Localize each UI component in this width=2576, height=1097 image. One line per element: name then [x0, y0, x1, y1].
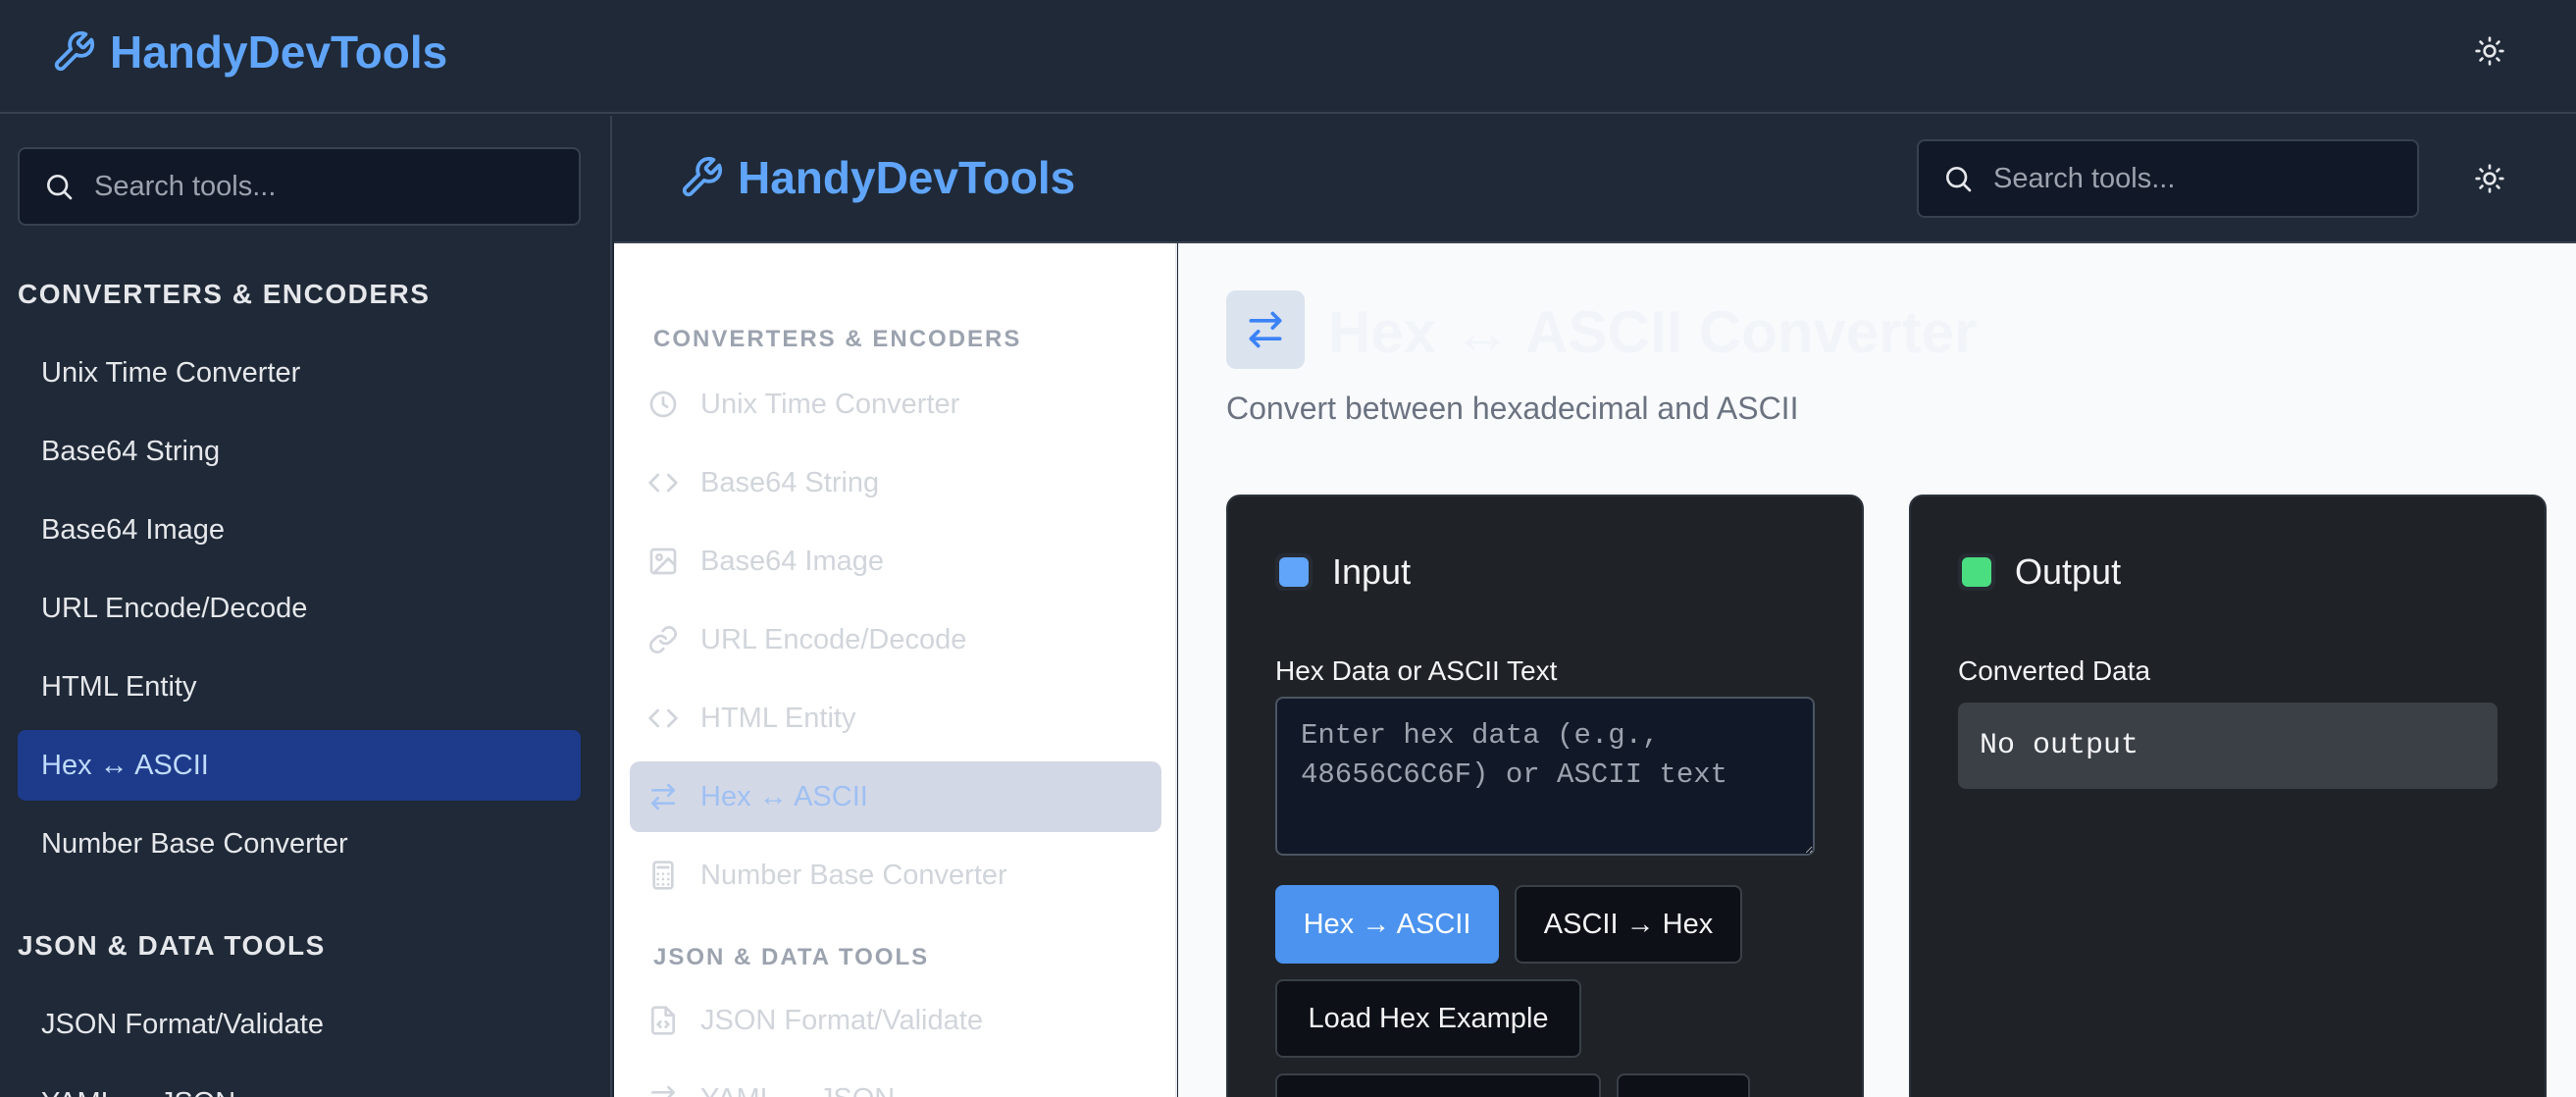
inner-header: HandyDevTools — [614, 116, 2576, 243]
inner-brand-logo[interactable]: HandyDevTools — [679, 151, 1075, 204]
sidebar-item-label: Number Base Converter — [41, 827, 348, 860]
load-hex-example-button[interactable]: Load Hex Example — [1275, 979, 1581, 1058]
section-title-converters: CONVERTERS & ENCODERS — [18, 279, 431, 309]
sidebar-item-label: JSON Format/Validate — [41, 1008, 324, 1040]
code-icon — [647, 467, 679, 498]
inner-item-yaml-json[interactable]: YAML ↔ JSON — [630, 1064, 1161, 1097]
page-title: Hex ↔ ASCII Converter — [1328, 299, 1978, 365]
sidebar-item-label: YAML ↔ JSON — [41, 1087, 235, 1097]
output-indicator-icon — [1958, 553, 1995, 591]
sidebar-item-label: Base64 String — [41, 435, 221, 467]
page-subtitle: Convert between hexadecimal and ASCII — [1226, 391, 1799, 426]
sidebar-item-label: Unix Time Converter — [41, 356, 301, 389]
top-bar: HandyDevTools — [0, 0, 2576, 114]
tool-icon-badge — [1226, 290, 1305, 369]
output-card-title: Output — [1958, 551, 2121, 593]
sidebar-item-html-entity[interactable]: HTML Entity — [18, 652, 581, 722]
inner-item-url-encode[interactable]: URL Encode/Decode — [630, 604, 1161, 675]
inner-item-hex-ascii[interactable]: Hex ↔ ASCII — [630, 761, 1161, 832]
input-title: Input — [1332, 551, 1412, 592]
sidebar-search[interactable] — [18, 147, 581, 226]
brand-name: HandyDevTools — [738, 152, 1076, 203]
inner-item-label: HTML Entity — [700, 702, 856, 734]
wrench-icon — [679, 155, 724, 200]
link-icon — [647, 624, 679, 655]
arrows-swap-icon — [1244, 308, 1287, 351]
output-value: No output — [1958, 703, 2498, 789]
inner-item-html-entity[interactable]: HTML Entity — [630, 683, 1161, 754]
sidebar-item-base64-image[interactable]: Base64 Image — [18, 495, 581, 565]
sidebar-item-number-base[interactable]: Number Base Converter — [18, 809, 581, 879]
sidebar-item-unix-time[interactable]: Unix Time Converter — [18, 338, 581, 408]
input-indicator-icon — [1275, 553, 1313, 591]
inner-item-unix-time[interactable]: Unix Time Converter — [630, 369, 1161, 440]
search-icon — [43, 171, 75, 202]
inner-item-label: Unix Time Converter — [700, 388, 960, 420]
sidebar-item-label: URL Encode/Decode — [41, 592, 308, 624]
output-title: Output — [2015, 551, 2122, 592]
input-card-title: Input — [1275, 551, 1411, 593]
sidebar-item-base64-string[interactable]: Base64 String — [18, 416, 581, 487]
hex-to-ascii-button[interactable]: Hex → ASCII — [1275, 885, 1499, 964]
brand-logo[interactable]: HandyDevTools — [51, 26, 447, 78]
inner-section-title-json: JSON & DATA TOOLS — [653, 944, 930, 970]
header-search[interactable] — [1917, 139, 2419, 218]
inner-item-label: URL Encode/Decode — [700, 623, 967, 655]
section-title-json: JSON & DATA TOOLS — [18, 930, 326, 961]
input-card: Input Hex Data or ASCII Text Hex → ASCII… — [1226, 495, 1864, 1097]
sidebar-item-label: Base64 Image — [41, 513, 226, 546]
inner-item-label: YAML ↔ JSON — [700, 1083, 895, 1097]
inner-item-number-base[interactable]: Number Base Converter — [630, 840, 1161, 911]
inner-item-base64-image[interactable]: Base64 Image — [630, 526, 1161, 597]
inner-item-label: Base64 Image — [700, 545, 885, 577]
inner-section-title-converters: CONVERTERS & ENCODERS — [653, 326, 1022, 352]
sidebar-item-url-encode[interactable]: URL Encode/Decode — [18, 573, 581, 644]
file-code-icon — [647, 1005, 679, 1036]
inner-item-label: Base64 String — [700, 466, 880, 498]
arrows-swap-icon — [647, 781, 679, 812]
sun-icon — [2474, 35, 2505, 67]
sidebar: CONVERTERS & ENCODERS Unix Time Converte… — [0, 116, 612, 1097]
main-content: Hex ↔ ASCII Converter Convert between he… — [1178, 243, 2576, 1097]
header-search-input[interactable] — [1993, 162, 2394, 195]
secondary-action-button[interactable] — [1275, 1073, 1601, 1097]
code-icon — [647, 703, 679, 734]
sidebar-item-yaml-json[interactable]: YAML ↔ JSON — [18, 1068, 581, 1097]
arrows-swap-icon — [647, 1083, 679, 1097]
sidebar-item-label: HTML Entity — [41, 670, 197, 703]
search-icon — [1942, 163, 1974, 194]
hex-ascii-input[interactable] — [1275, 697, 1815, 856]
inner-item-json-format[interactable]: JSON Format/Validate — [630, 985, 1161, 1056]
inner-item-label: Hex ↔ ASCII — [700, 780, 868, 812]
theme-toggle-button[interactable] — [2462, 24, 2517, 78]
sidebar-item-label: Hex ↔ ASCII — [41, 749, 209, 781]
inner-item-label: Number Base Converter — [700, 859, 1007, 891]
inner-sidebar: CONVERTERS & ENCODERS Unix Time Converte… — [614, 243, 1177, 1097]
ascii-to-hex-button[interactable]: ASCII → Hex — [1515, 885, 1742, 964]
image-icon — [647, 546, 679, 577]
inner-item-base64-string[interactable]: Base64 String — [630, 447, 1161, 518]
sidebar-item-json-format[interactable]: JSON Format/Validate — [18, 989, 581, 1060]
input-field-label: Hex Data or ASCII Text — [1275, 655, 1558, 686]
sidebar-item-hex-ascii[interactable]: Hex ↔ ASCII — [18, 730, 581, 801]
wrench-icon — [51, 29, 96, 75]
calculator-icon — [647, 860, 679, 891]
output-card: Output Converted Data No output — [1909, 495, 2547, 1097]
inner-item-label: JSON Format/Validate — [700, 1004, 983, 1036]
clear-button[interactable] — [1617, 1073, 1750, 1097]
sun-icon — [2474, 163, 2505, 194]
inner-theme-toggle-button[interactable] — [2462, 151, 2517, 206]
clock-icon — [647, 389, 679, 420]
sidebar-search-input[interactable] — [94, 170, 555, 203]
output-field-label: Converted Data — [1958, 655, 2151, 686]
brand-name: HandyDevTools — [110, 26, 448, 78]
